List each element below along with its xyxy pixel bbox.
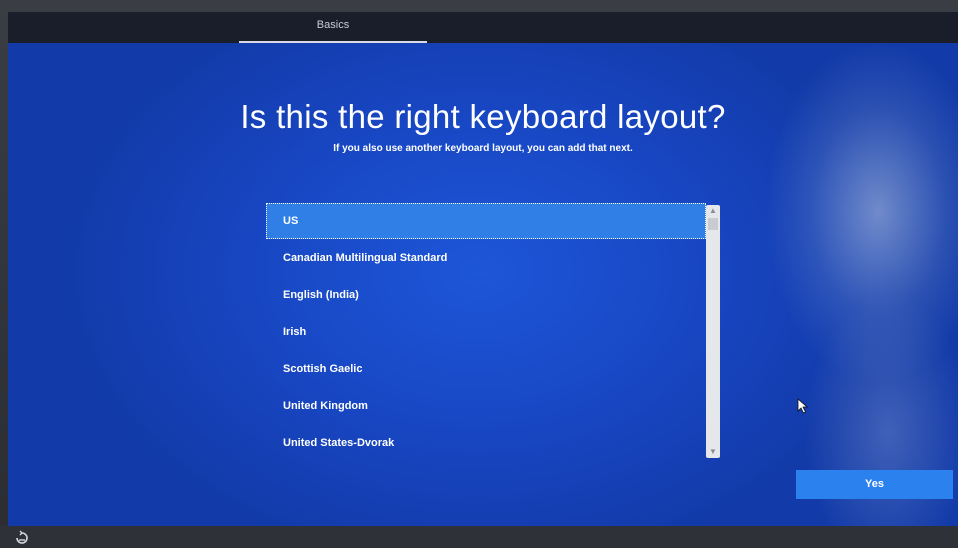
- setup-screen: Basics Is this the right keyboard layout…: [8, 12, 958, 526]
- keyboard-layout-list[interactable]: US Canadian Multilingual Standard Englis…: [266, 203, 722, 459]
- list-item-irish[interactable]: Irish: [266, 314, 706, 350]
- chevron-down-icon[interactable]: ▼: [706, 446, 720, 458]
- list-item-us[interactable]: US: [266, 203, 706, 239]
- tab-active-indicator: [239, 41, 427, 43]
- scroll-thumb[interactable]: [708, 218, 718, 230]
- chevron-up-icon[interactable]: ▲: [706, 205, 720, 217]
- list-item-united-kingdom[interactable]: United Kingdom: [266, 388, 706, 424]
- tab-basics-label: Basics: [316, 19, 350, 31]
- bottom-bar: [0, 526, 958, 548]
- list-item-united-states-dvorak[interactable]: United States-Dvorak: [266, 425, 706, 459]
- top-bar: Basics: [8, 12, 958, 43]
- ease-of-access-icon[interactable]: [14, 529, 30, 545]
- list-item-canadian-multilingual[interactable]: Canadian Multilingual Standard: [266, 240, 706, 276]
- yes-button[interactable]: Yes: [796, 470, 953, 499]
- list-scrollbar[interactable]: ▲ ▼: [706, 205, 720, 458]
- tab-basics[interactable]: Basics: [239, 12, 427, 43]
- mouse-pointer-icon: [797, 398, 809, 414]
- page-title: Is this the right keyboard layout?: [240, 98, 726, 135]
- page-subtitle: If you also use another keyboard layout,…: [333, 143, 633, 154]
- list-item-english-india[interactable]: English (India): [266, 277, 706, 313]
- list-item-scottish-gaelic[interactable]: Scottish Gaelic: [266, 351, 706, 387]
